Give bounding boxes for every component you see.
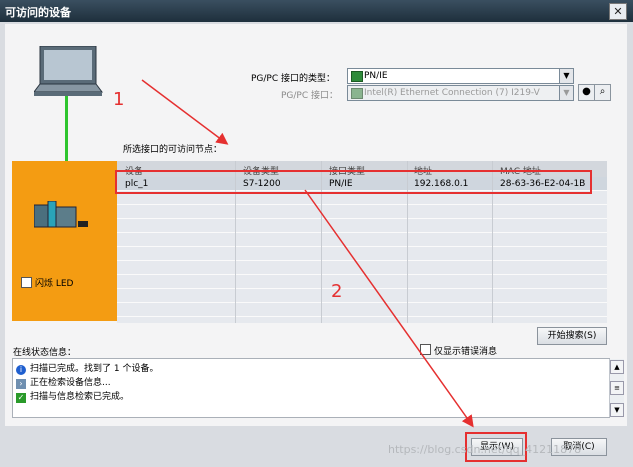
annotation-arrows [141, 79, 474, 428]
annotation-marker-1: 1 [113, 89, 125, 110]
annotation-marker-2: 2 [331, 281, 343, 302]
annotation-arrow-1 [141, 79, 229, 145]
annotation-arrow-2 [304, 189, 474, 428]
accessible-devices-dialog: 可访问的设备 ✕ 闪烁 LED PG/PC 接口的类型： PN/IE ▼ PG/… [0, 0, 633, 467]
